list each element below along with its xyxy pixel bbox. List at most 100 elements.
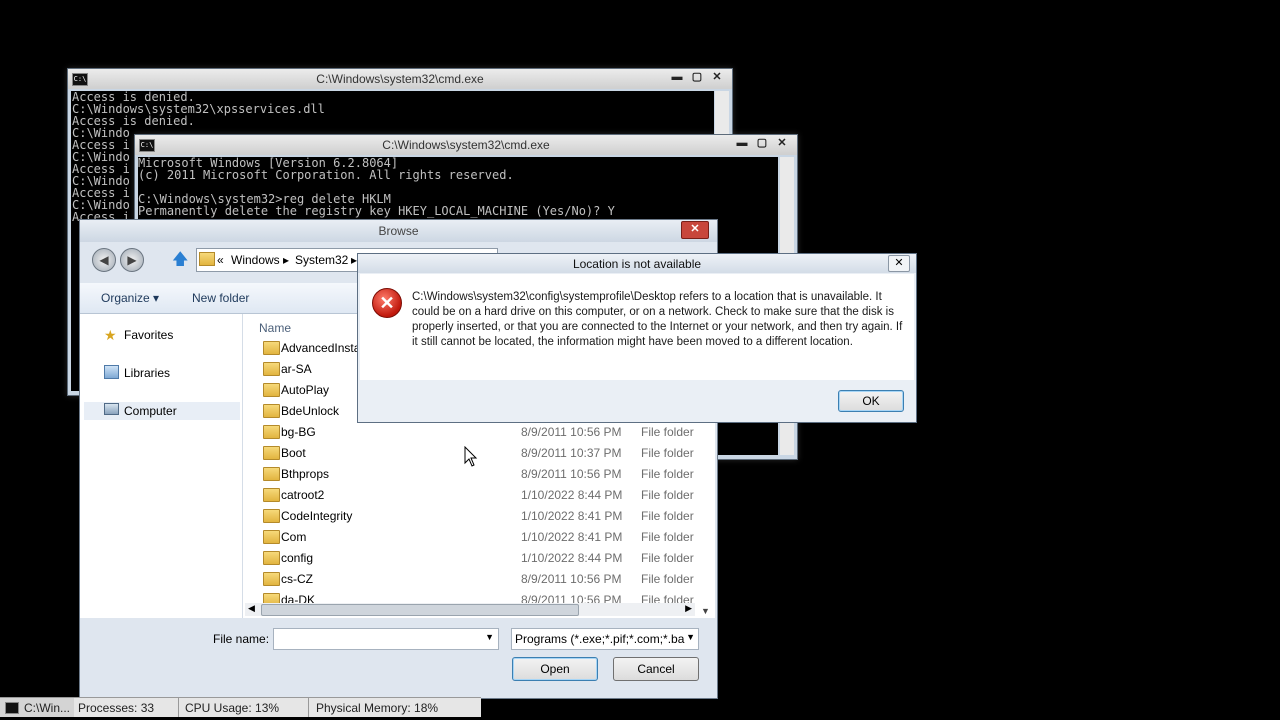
file-type: File folder [641,446,694,460]
back-arrow-icon[interactable]: ◀ [92,248,116,272]
error-message: C:\Windows\system32\config\systemprofile… [412,291,903,348]
open-button[interactable]: Open [512,657,598,681]
scroll-right-icon[interactable]: ▶ [685,603,692,614]
folder-icon [263,341,280,355]
file-name: Com [281,530,307,544]
folder-icon [199,252,215,266]
folder-icon [263,446,280,460]
taskbar-cmd-button[interactable]: C:\Win... [0,697,74,717]
file-name: bg-BG [281,425,316,439]
breadcrumb-overflow[interactable]: « [217,253,224,267]
filename-label: File name: [213,632,270,646]
close-button[interactable]: ✕ [773,136,791,150]
file-name: Bthprops [281,467,330,481]
file-type: File folder [641,530,694,544]
new-folder-button[interactable]: New folder [192,291,249,305]
error-icon: ✕ [372,288,402,318]
close-button[interactable]: ✕ [681,221,709,239]
list-scroll-down-icon[interactable]: ▼ [701,606,710,616]
folder-icon [263,509,280,523]
chevron-down-icon[interactable]: ▼ [485,632,494,642]
close-button[interactable]: ✕ [708,70,726,84]
cpu-usage: CPU Usage: 13% [185,701,280,715]
file-type: File folder [641,467,694,481]
titlebar[interactable]: Browse ✕ [80,220,717,242]
file-row[interactable]: catroot2 1/10/2022 8:44 PM File folder [243,485,703,506]
folder-icon [263,404,280,418]
titlebar[interactable]: C:\ C:\Windows\system32\cmd.exe ▬ ▢ ✕ [68,69,732,89]
file-name: AdvancedInstall [281,341,366,355]
dialog-title: Browse [378,224,419,238]
horizontal-scrollbar[interactable]: ◀ ▶ [245,603,695,616]
titlebar[interactable]: C:\ C:\Windows\system32\cmd.exe ▬ ▢ ✕ [135,135,797,155]
file-type: File folder [641,572,694,586]
filename-input[interactable]: ▼ [273,628,499,650]
file-type: File folder [641,509,694,523]
file-row[interactable]: Com 1/10/2022 8:41 PM File folder [243,527,703,548]
cancel-button[interactable]: Cancel [613,657,699,681]
file-row[interactable]: config 1/10/2022 8:44 PM File folder [243,548,703,569]
maximize-button[interactable]: ▢ [753,136,771,150]
forward-arrow-icon[interactable]: ▶ [120,248,144,272]
file-type: File folder [641,425,694,439]
task-manager-status-bar: Processes: 33 CPU Usage: 13% Physical Me… [74,697,481,717]
status-divider [178,698,179,717]
folder-icon [263,425,280,439]
library-icon [104,365,119,379]
file-row[interactable]: cs-CZ 8/9/2011 10:56 PM File folder [243,569,703,590]
organize-menu[interactable]: Organize ▾ [101,291,159,305]
nav-libraries[interactable]: Libraries [90,364,240,382]
location-unavailable-dialog[interactable]: Location is not available ✕ ✕ C:\Windows… [357,253,917,423]
window-title: C:\Windows\system32\cmd.exe [316,72,484,86]
folder-icon [263,383,280,397]
breadcrumb-windows[interactable]: Windows [231,253,280,267]
file-date: 1/10/2022 8:41 PM [521,509,623,523]
breadcrumb-system32[interactable]: System32 [295,253,348,267]
console-line: Permanently delete the registry key HKEY… [138,204,615,218]
scroll-thumb[interactable] [261,604,579,616]
dialog-body: ✕ C:\Windows\system32\config\systemprofi… [360,274,914,380]
nav-label: Computer [124,404,177,418]
console-line: Access is denied. [72,114,195,128]
minimize-button[interactable]: ▬ [733,136,751,150]
window-title: C:\Windows\system32\cmd.exe [382,138,550,152]
file-type-select[interactable]: Programs (*.exe;*.pif;*.com;*.ba ▼ [511,628,699,650]
file-name: catroot2 [281,488,325,502]
folder-icon [263,488,280,502]
minimize-button[interactable]: ▬ [668,70,686,84]
file-name: cs-CZ [281,572,313,586]
file-name: BdeUnlock [281,404,340,418]
close-button[interactable]: ✕ [888,255,910,272]
folder-icon [263,572,280,586]
file-row[interactable]: CodeIntegrity 1/10/2022 8:41 PM File folde… [243,506,703,527]
computer-icon [104,403,119,415]
dialog-bottom-area: File name: ▼ Programs (*.exe;*.pif;*.com… [80,618,717,698]
file-name: AutoPlay [281,383,330,397]
nav-computer[interactable]: Computer [84,402,240,420]
file-name: CodeIntegrity [281,509,353,523]
folder-icon [263,467,280,481]
breadcrumb-separator-icon: ▸ [283,253,290,267]
taskbar-cmd-label: C:\Win... [24,701,71,715]
file-row[interactable]: bg-BG 8/9/2011 10:56 PM File folder [243,422,703,443]
ok-button[interactable]: OK [838,390,904,412]
navigation-pane: ★ Favorites Libraries Computer [80,314,243,619]
scroll-left-icon[interactable]: ◀ [248,603,255,614]
maximize-button[interactable]: ▢ [688,70,706,84]
file-name: ar-SA [281,362,312,376]
column-header-name[interactable]: Name [259,321,291,335]
nav-favorites[interactable]: ★ Favorites [90,326,240,344]
folder-icon [263,551,280,565]
file-date: 8/9/2011 10:56 PM [521,572,622,586]
file-date: 8/9/2011 10:56 PM [521,425,622,439]
processes-count: Processes: 33 [78,701,155,715]
file-date: 1/10/2022 8:41 PM [521,530,623,544]
chevron-down-icon[interactable]: ▼ [686,632,695,642]
titlebar[interactable]: Location is not available ✕ [358,254,916,273]
up-arrow-icon[interactable]: 🡅 [172,248,188,275]
file-type: File folder [641,488,694,502]
file-date: 8/9/2011 10:56 PM [521,467,622,481]
folder-icon [263,530,280,544]
file-type: File folder [641,551,694,565]
file-name: config [281,551,314,565]
